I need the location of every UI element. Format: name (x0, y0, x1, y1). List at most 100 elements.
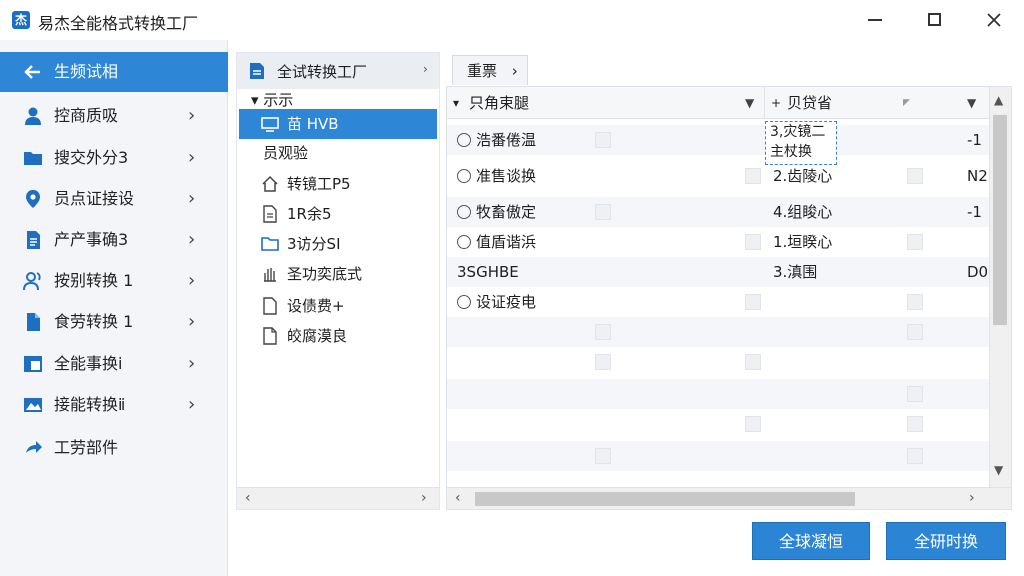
tree-item[interactable]: 皎腐漠良 (239, 321, 437, 351)
breadcrumb-label: 重票 (467, 62, 498, 80)
sidebar-item-document[interactable]: 产产事确3 › (0, 220, 228, 260)
folder-icon (261, 237, 279, 251)
scroll-up-icon[interactable]: ▲ (994, 93, 1003, 107)
minimize-icon (868, 19, 882, 21)
maximize-icon (928, 13, 941, 26)
tree-item[interactable]: 苗 HVB (239, 109, 437, 139)
share-icon (26, 441, 42, 453)
blurred-thumbnail (745, 294, 761, 310)
sidebar-item-file[interactable]: 食劳转换 1 › (0, 302, 228, 342)
tree-item-label: 设债费+ (287, 297, 345, 315)
primary-left-button[interactable]: 全球凝恒 (752, 522, 870, 560)
scroll-right-icon[interactable]: › (969, 490, 975, 506)
list-horizontal-scrollbar[interactable]: ‹ › (447, 487, 1011, 509)
tree-item[interactable]: 设债费+ (239, 291, 437, 321)
sidebar-item-location[interactable]: 员点证接设 › (0, 179, 228, 219)
close-button[interactable] (966, 0, 1022, 40)
file-icon (27, 313, 40, 331)
scroll-left-icon[interactable]: ‹ (245, 490, 251, 506)
table-row[interactable]: 3SGHBE 3.滇围 D0 (447, 257, 989, 287)
chevron-right-icon: › (188, 229, 196, 250)
row-name: 浩番倦温 (457, 125, 536, 155)
document-icon (27, 231, 40, 249)
tree-item-label: 苗 HVB (287, 115, 339, 133)
sidebar-item-label: 生频试相 (54, 62, 119, 81)
tree-header[interactable]: 全试转换工厂 › (237, 53, 439, 89)
sidebar-item-label: 员点证接设 (54, 189, 135, 208)
blurred-thumbnail (907, 386, 923, 402)
blurred-thumbnail (595, 448, 611, 464)
table-row[interactable]: 浩番倦温 -1 (447, 125, 989, 155)
resize-handle-icon[interactable]: ◤ (903, 87, 910, 119)
scrollbar-thumb[interactable] (475, 492, 855, 506)
tree-horizontal-scrollbar[interactable]: ‹ › (237, 487, 439, 509)
folder-tree: 全试转换工厂 › ▾ 示示 苗 HVB 员观验 转镜工P5 1R余5 3访分SI… (236, 52, 440, 510)
radio-button[interactable] (457, 235, 471, 249)
sidebar-item-label: 全能事换ⅰ (54, 354, 123, 373)
sort-caret-icon: ▾ (453, 96, 460, 110)
blurred-thumbnail (907, 416, 923, 432)
radio-button[interactable] (457, 169, 471, 183)
tree-item-label: 员观验 (263, 144, 309, 162)
people-icon (23, 272, 41, 291)
sidebar-item-label: 按别转换 1 (54, 271, 134, 290)
back-arrow-icon (24, 65, 40, 79)
sidebar-item-folder[interactable]: 搜交外分3 › (0, 138, 228, 178)
sidebar-item-label: 接能转换ⅱ (54, 395, 126, 414)
dropdown-caret-icon[interactable]: ▼ (967, 87, 976, 119)
scroll-left-icon[interactable]: ‹ (455, 490, 461, 506)
table-row-blurred (447, 441, 989, 471)
table-row-blurred (447, 347, 989, 377)
blurred-thumbnail (595, 324, 611, 340)
chevron-right-icon: › (423, 62, 428, 76)
location-pin-icon (26, 190, 40, 208)
scroll-down-icon[interactable]: ▼ (994, 463, 1003, 477)
breadcrumb[interactable]: 重票 › (452, 55, 528, 85)
tree-root-node[interactable]: ▾ 示示 (251, 89, 293, 110)
tree-item[interactable]: 1R余5 (239, 199, 437, 229)
chevron-right-icon: › (188, 147, 196, 168)
table-row[interactable]: 设证疫电 (447, 287, 989, 317)
blurred-thumbnail (595, 204, 611, 220)
tree-item-label: 3访分SI (287, 235, 341, 253)
column-header-detail[interactable]: + 贝贷省 ◤ ▼ (765, 87, 989, 119)
sidebar-item-user[interactable]: 控商质吸 › (0, 96, 228, 136)
tree-item[interactable]: 3访分SI (239, 229, 437, 259)
row-name: 牧畜傲定 (457, 197, 536, 227)
chevron-right-icon: › (188, 188, 196, 209)
list-vertical-scrollbar[interactable]: ▲ ▼ (989, 87, 1011, 487)
sidebar-item-label: 控商质吸 (54, 106, 119, 125)
tree-header-label: 全试转换工厂 (277, 63, 368, 81)
column-header-label: 只角束腿 (469, 94, 530, 112)
maximize-button[interactable] (906, 0, 962, 40)
minimize-button[interactable] (846, 0, 902, 40)
sidebar-item-image[interactable]: 接能转换ⅱ › (0, 385, 228, 425)
row-name: 值盾谐浜 (457, 227, 536, 257)
row-code: N2 (967, 167, 988, 185)
table-row[interactable]: 准售谈换 2.齿陵心 N2 (447, 161, 989, 191)
row-detail: 3.滇围 (773, 263, 818, 281)
editing-cell[interactable]: 3,灾镜二 主杖换 (765, 121, 837, 165)
radio-button[interactable] (457, 295, 471, 309)
tree-item[interactable]: 员观验 (239, 138, 437, 168)
sidebar-item-back[interactable]: 生频试相 (0, 52, 228, 92)
sidebar: 生频试相 控商质吸 › 搜交外分3 › 员点证接设 › 产产事确3 › 按别转换… (0, 40, 228, 576)
table-row[interactable]: 值盾谐浜 1.垣睽心 (447, 227, 989, 257)
dropdown-caret-icon[interactable]: ▼ (745, 87, 754, 119)
sidebar-item-share[interactable]: 工劳部件 (0, 428, 228, 468)
cell-text: 主杖换 (770, 144, 812, 160)
column-header-name[interactable]: ▾ 只角束腿 ▼ (447, 87, 765, 119)
table-row[interactable]: 牧畜傲定 4.组睃心 -1 (447, 197, 989, 227)
sidebar-item-people[interactable]: 按别转换 1 › (0, 261, 228, 301)
scrollbar-thumb[interactable] (993, 115, 1007, 325)
document-icon (263, 205, 277, 223)
close-icon (987, 13, 1001, 27)
radio-button[interactable] (457, 205, 471, 219)
scroll-right-icon[interactable]: › (421, 490, 427, 506)
radio-button[interactable] (457, 133, 471, 147)
tree-item[interactable]: 转镜工P5 (239, 169, 437, 199)
blurred-thumbnail (595, 354, 611, 370)
sidebar-item-layout[interactable]: 全能事换ⅰ › (0, 344, 228, 384)
primary-right-button[interactable]: 全研时换 (886, 522, 1006, 560)
tree-item[interactable]: 圣功奕底式 (239, 259, 437, 289)
